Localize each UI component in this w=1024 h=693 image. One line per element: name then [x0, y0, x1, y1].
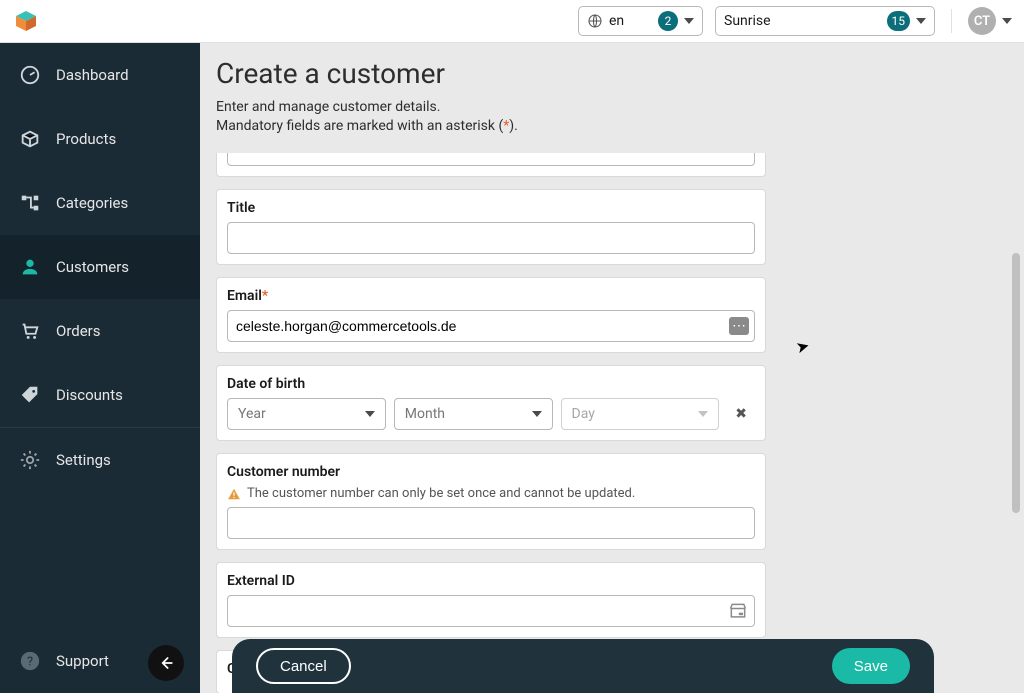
- page-header: Create a customer Enter and manage custo…: [200, 43, 1008, 144]
- dob-clear-button[interactable]: ✖: [727, 400, 755, 428]
- field-label-dob: Date of birth: [227, 376, 755, 392]
- field-card-email: Email*: [216, 277, 766, 353]
- globe-icon: [587, 13, 603, 29]
- previous-input[interactable]: [227, 153, 755, 166]
- tree-icon: [18, 191, 42, 215]
- collapse-sidebar-button[interactable]: [148, 645, 184, 681]
- person-icon: [18, 255, 42, 279]
- field-label-email: Email*: [227, 288, 755, 304]
- sidebar-item-products[interactable]: Products: [0, 107, 200, 171]
- svg-text:?: ?: [27, 655, 33, 670]
- field-card-title: Title: [216, 189, 766, 265]
- sidebar: Dashboard Products Categories Customers …: [0, 43, 200, 693]
- customer-number-warning: The customer number can only be set once…: [227, 486, 755, 501]
- save-button[interactable]: Save: [832, 648, 910, 684]
- divider: [951, 9, 952, 33]
- chevron-down-icon: [1002, 18, 1012, 24]
- sidebar-item-label: Customers: [56, 258, 129, 276]
- action-bar: Cancel Save: [232, 639, 934, 693]
- sidebar-item-categories[interactable]: Categories: [0, 171, 200, 235]
- field-label-title: Title: [227, 200, 755, 216]
- tag-icon: [18, 383, 42, 407]
- chevron-down-icon: [365, 411, 375, 417]
- top-bar: en 2 Sunrise 15 CT: [0, 0, 1024, 43]
- sidebar-item-label: Discounts: [56, 386, 123, 404]
- ellipsis-icon[interactable]: [729, 317, 749, 335]
- field-card-external-id: External ID: [216, 562, 766, 638]
- chevron-down-icon: [532, 411, 542, 417]
- external-id-input[interactable]: [227, 595, 755, 627]
- cancel-button[interactable]: Cancel: [256, 648, 351, 684]
- sidebar-item-discounts[interactable]: Discounts: [0, 363, 200, 427]
- sidebar-item-customers[interactable]: Customers: [0, 235, 200, 299]
- sidebar-item-label: Products: [56, 130, 116, 148]
- sidebar-item-settings[interactable]: Settings: [0, 428, 200, 492]
- email-input[interactable]: [227, 310, 755, 342]
- scrollbar[interactable]: [1012, 43, 1020, 693]
- main: Create a customer Enter and manage custo…: [200, 43, 1008, 693]
- scrollbar-thumb[interactable]: [1012, 253, 1020, 513]
- sidebar-item-label: Categories: [56, 194, 128, 212]
- title-input[interactable]: [227, 222, 755, 254]
- box-icon: [18, 127, 42, 151]
- help-icon: ?: [18, 649, 42, 673]
- project-label: Sunrise: [724, 13, 771, 29]
- user-menu[interactable]: CT: [968, 7, 1012, 35]
- field-card-date-of-birth: Date of birth Year Month Day: [216, 365, 766, 441]
- field-card-customer-number: Customer number The customer number can …: [216, 453, 766, 550]
- gauge-icon: [18, 63, 42, 87]
- language-selector[interactable]: en 2: [578, 6, 703, 36]
- logo: [12, 7, 40, 35]
- store-icon[interactable]: [727, 600, 749, 622]
- sidebar-item-label: Support: [56, 652, 109, 670]
- field-label-customer-number: Customer number: [227, 464, 755, 480]
- page-description: Enter and manage customer details. Manda…: [216, 98, 992, 136]
- mandatory-star: *: [262, 288, 268, 304]
- chevron-down-icon: [916, 18, 926, 24]
- dob-year-select[interactable]: Year: [227, 398, 386, 430]
- sidebar-item-label: Dashboard: [56, 66, 129, 84]
- page-title: Create a customer: [216, 57, 992, 90]
- cart-icon: [18, 319, 42, 343]
- language-badge: 2: [658, 11, 678, 31]
- gear-icon: [18, 448, 42, 472]
- sidebar-item-label: Settings: [56, 451, 111, 469]
- sidebar-item-orders[interactable]: Orders: [0, 299, 200, 363]
- sidebar-item-label: Orders: [56, 322, 101, 340]
- language-label: en: [609, 13, 624, 29]
- field-label-external-id: External ID: [227, 573, 755, 589]
- form-scroll[interactable]: Title Email* Date of birth Year: [200, 153, 1008, 693]
- chevron-down-icon: [684, 18, 694, 24]
- warning-icon: [227, 487, 241, 501]
- avatar: CT: [968, 7, 996, 35]
- field-card-previous: [216, 153, 766, 177]
- dob-day-select[interactable]: Day: [561, 398, 720, 430]
- dob-month-select[interactable]: Month: [394, 398, 553, 430]
- customer-number-input[interactable]: [227, 507, 755, 539]
- project-selector[interactable]: Sunrise 15: [715, 6, 935, 36]
- close-icon: ✖: [735, 406, 747, 422]
- arrow-left-icon: [156, 653, 176, 673]
- sidebar-item-dashboard[interactable]: Dashboard: [0, 43, 200, 107]
- project-badge: 15: [887, 11, 911, 31]
- chevron-down-icon: [698, 411, 708, 417]
